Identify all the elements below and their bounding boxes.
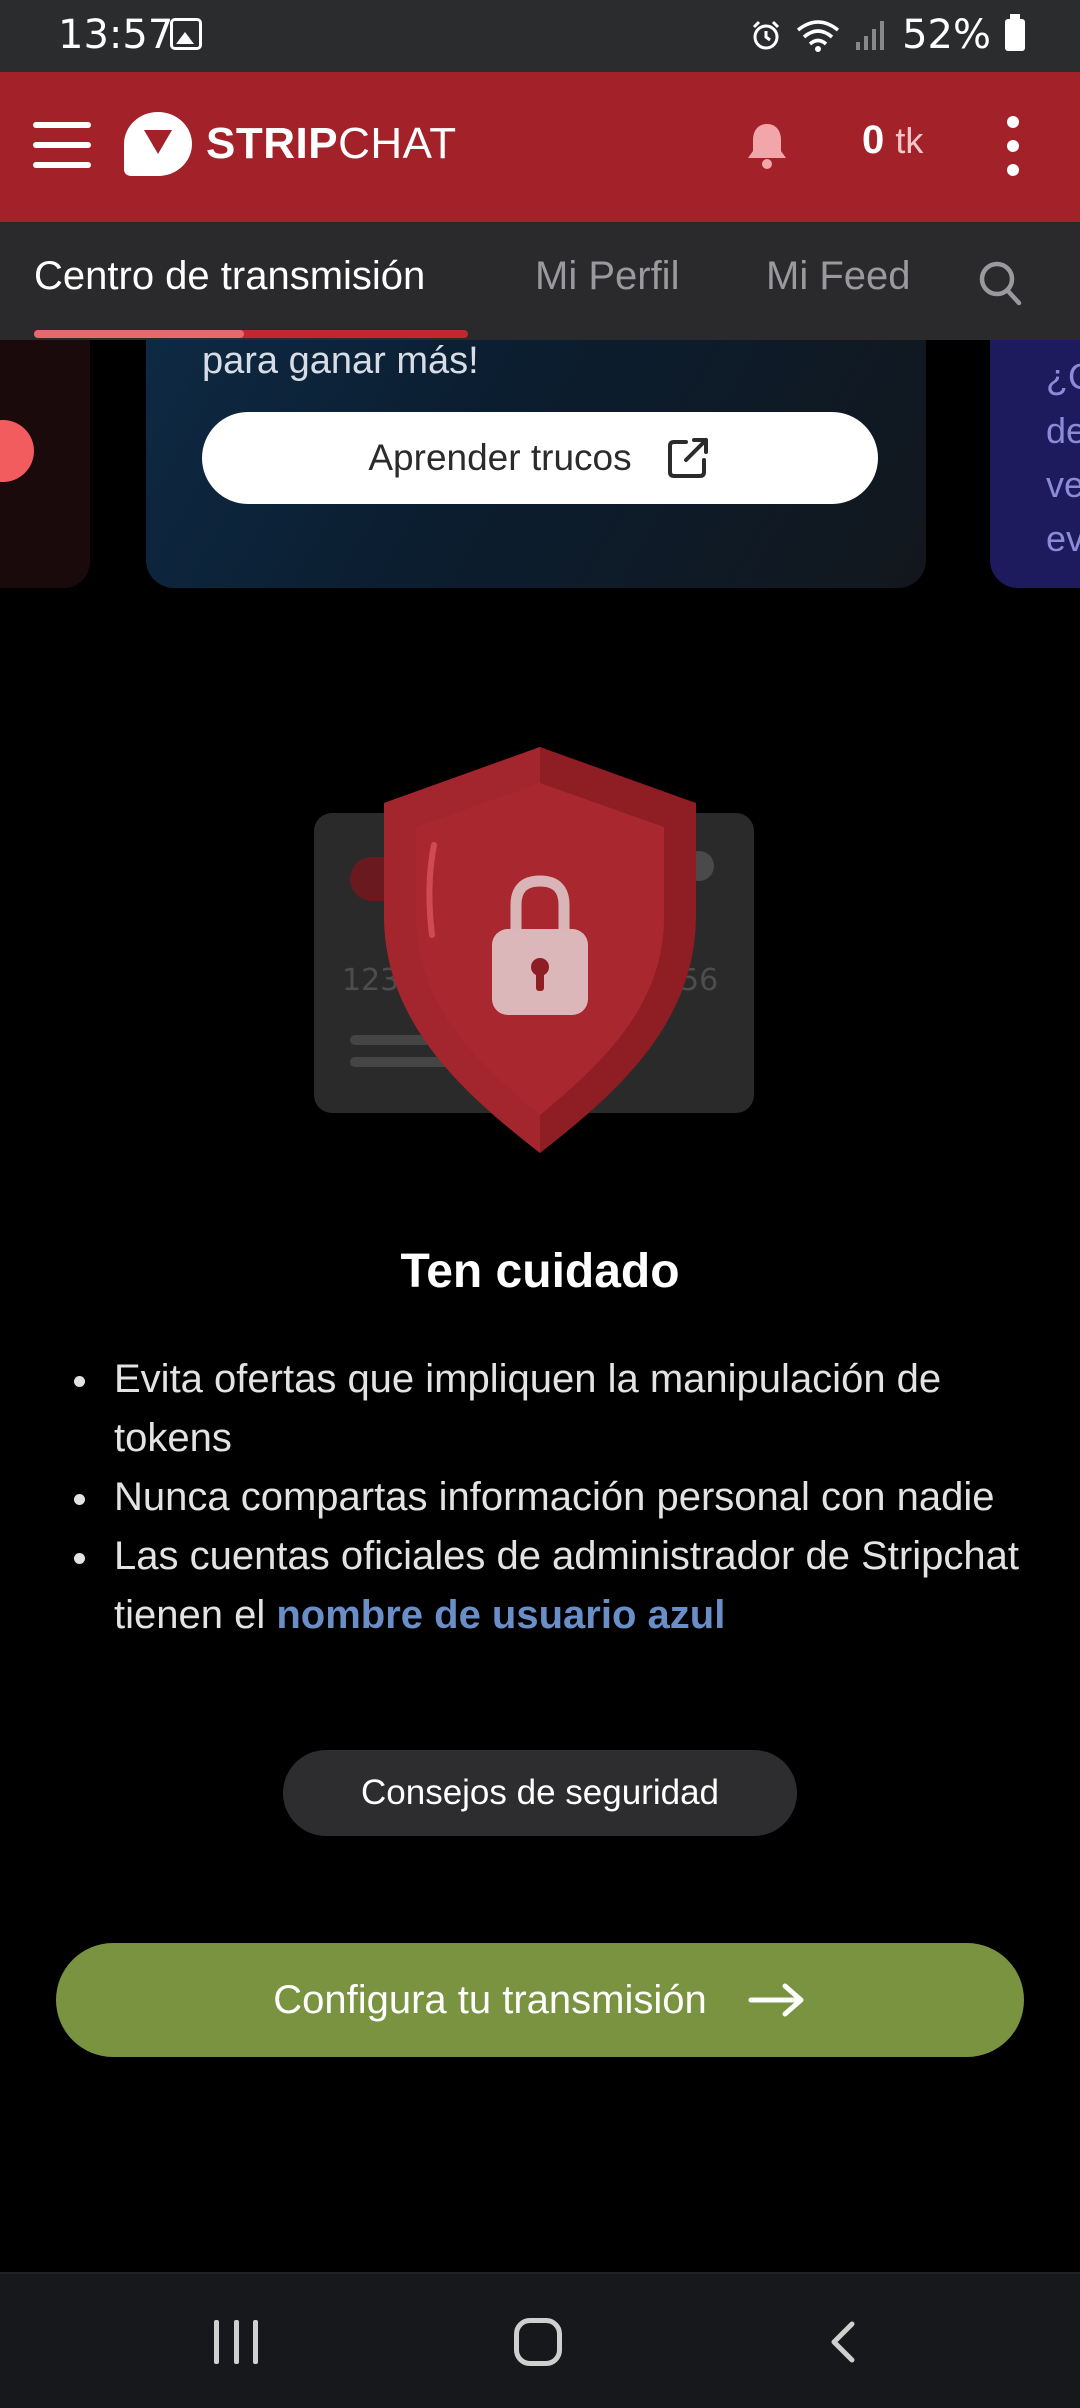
status-bar: 13:57 52%: [0, 0, 1080, 72]
card-dot: [0, 420, 34, 482]
app-header: STRIPCHAT 0 tk: [0, 72, 1080, 222]
token-balance[interactable]: 0 tk: [862, 118, 923, 163]
token-unit: tk: [895, 120, 924, 161]
list-item: Nunca compartas información personal con…: [70, 1468, 1030, 1527]
tab-broadcast-center[interactable]: Centro de transmisión: [34, 254, 425, 299]
security-shield-illustration: 123 56: [314, 747, 754, 1153]
notification-bell-icon[interactable]: [745, 120, 789, 170]
alarm-icon: [753, 20, 780, 50]
tips-carousel[interactable]: para ganar más! Aprender trucos ¿C de ve…: [0, 340, 1080, 590]
warning-title: Ten cuidado: [400, 1245, 680, 1298]
tab-my-profile[interactable]: Mi Perfil: [535, 254, 679, 299]
home-icon[interactable]: [514, 2318, 562, 2366]
carousel-card-prev[interactable]: [0, 340, 90, 588]
battery-percent: 52%: [902, 12, 991, 58]
list-item: Las cuentas oficiales de administrador d…: [70, 1527, 1030, 1645]
logo[interactable]: STRIPCHAT: [124, 112, 457, 176]
logo-mark-icon: [124, 112, 192, 176]
image-icon: [170, 18, 202, 50]
carousel-card-tips[interactable]: para ganar más! Aprender trucos: [146, 340, 926, 588]
carousel-card-next[interactable]: ¿C de ve ev: [990, 340, 1080, 588]
learn-tricks-label: Aprender trucos: [368, 437, 632, 478]
recent-apps-icon[interactable]: [214, 2320, 258, 2364]
learn-tricks-button[interactable]: Aprender trucos: [202, 412, 878, 504]
external-link-icon: [667, 438, 708, 478]
arrow-right-icon: [748, 1983, 804, 2017]
battery-icon: [1005, 14, 1025, 51]
list-item: Evita ofertas que impliquen la manipulac…: [70, 1350, 1030, 1468]
menu-icon[interactable]: [33, 122, 91, 168]
status-time: 13:57: [58, 12, 174, 58]
signal-icon: [856, 21, 885, 50]
tab-bar: Centro de transmisión Mi Perfil Mi Feed: [0, 222, 1080, 340]
card-text: para ganar más!: [202, 340, 479, 382]
system-nav-bar: [0, 2272, 1080, 2408]
safety-tips-list: Evita ofertas que impliquen la manipulac…: [70, 1350, 1030, 1645]
card-next-text: ¿C de ve ev: [1046, 356, 1080, 559]
logo-text: STRIPCHAT: [206, 119, 457, 168]
token-value: 0: [862, 118, 885, 162]
safety-tips-button[interactable]: Consejos de seguridad: [283, 1750, 797, 1836]
status-right: 52%: [750, 12, 1025, 58]
active-tab-indicator: [34, 330, 468, 338]
card-digits-left: 123: [342, 963, 399, 998]
wifi-icon: [797, 20, 840, 52]
back-icon[interactable]: [826, 2320, 860, 2364]
tab-my-feed[interactable]: Mi Feed: [766, 254, 911, 299]
blue-username-link[interactable]: nombre de usuario azul: [276, 1593, 725, 1637]
more-options-icon[interactable]: [1007, 116, 1021, 176]
search-icon[interactable]: [978, 258, 1022, 308]
setup-broadcast-button[interactable]: Configura tu transmisión: [56, 1943, 1024, 2057]
setup-broadcast-label: Configura tu transmisión: [273, 1977, 707, 2022]
